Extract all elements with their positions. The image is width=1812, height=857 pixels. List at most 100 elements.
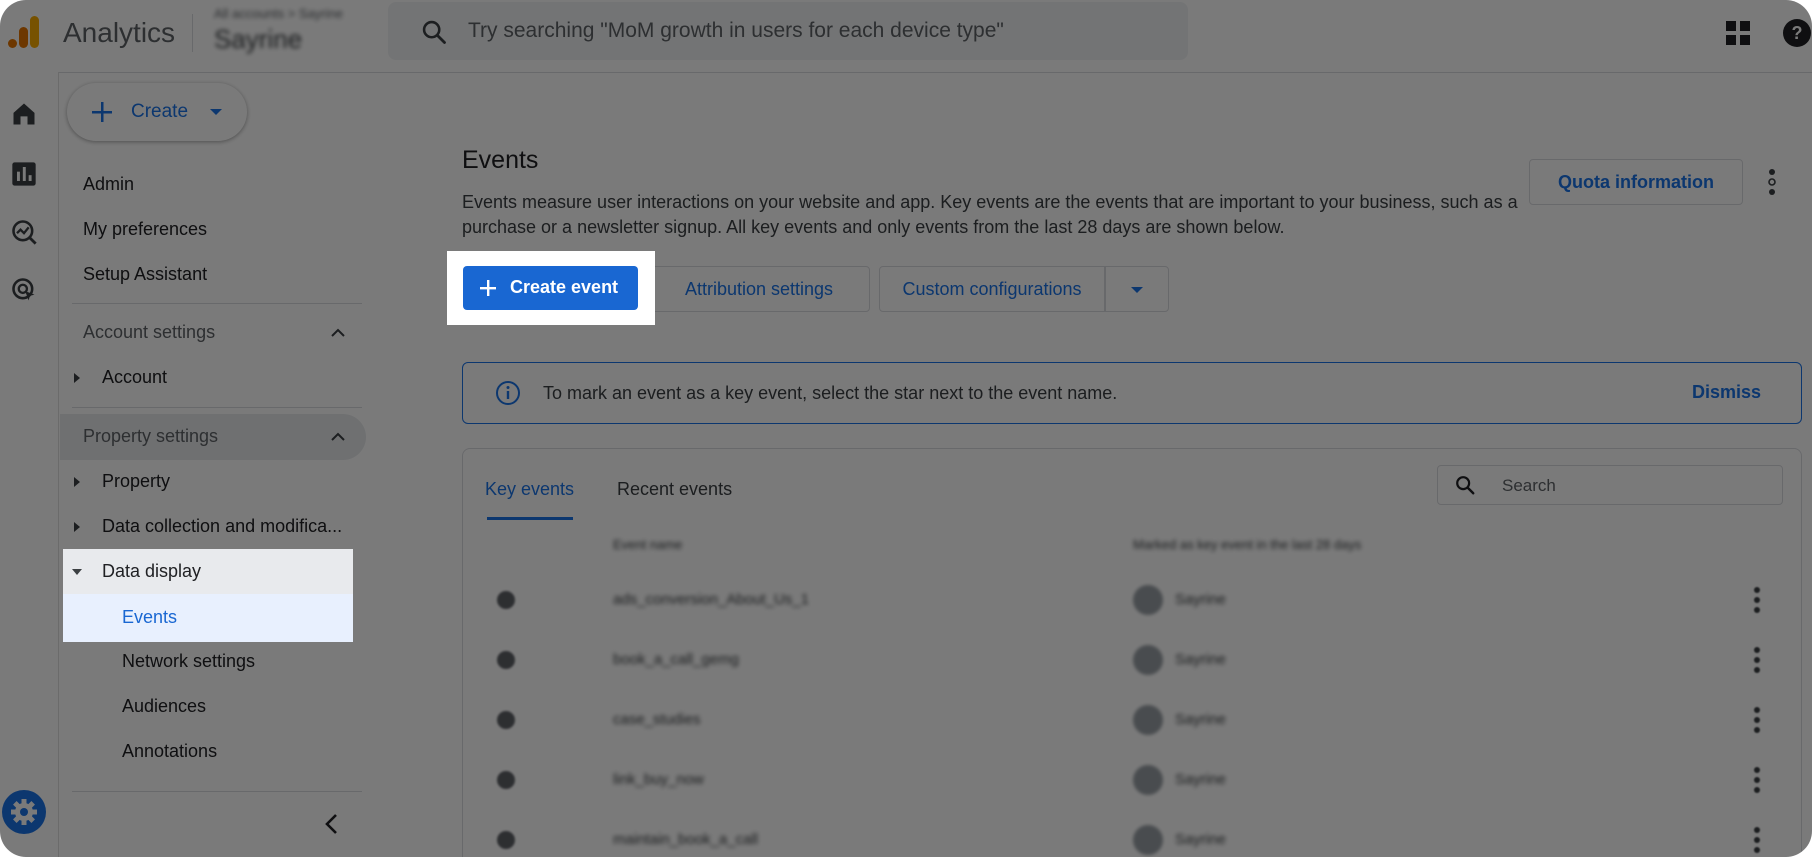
star-icon[interactable] — [497, 651, 515, 669]
sidebar-divider — [72, 303, 362, 304]
column-header-event-name[interactable]: Event name — [613, 537, 682, 552]
page-title: Events — [462, 146, 539, 174]
row-menu-icon[interactable] — [1753, 585, 1761, 615]
row-menu-icon[interactable] — [1753, 765, 1761, 795]
events-row-selected[interactable]: Events — [63, 594, 353, 642]
account-path[interactable]: All accounts > Sayrine — [214, 6, 343, 21]
event-owner: Sayrine — [1175, 831, 1226, 848]
sidebar-item-annotations[interactable]: Annotations — [122, 741, 217, 762]
table-row[interactable]: book_a_call_gemg Sayrine — [463, 629, 1801, 689]
star-icon[interactable] — [497, 591, 515, 609]
event-owner: Sayrine — [1175, 591, 1226, 608]
chevron-left-icon[interactable] — [322, 812, 342, 836]
chevron-up-icon[interactable] — [330, 328, 346, 338]
avatar — [1133, 645, 1163, 675]
event-name: case_studies — [613, 711, 701, 728]
data-display-row[interactable]: Data display — [63, 549, 353, 594]
screenshot-frame: Analytics All accounts > Sayrine Sayrine… — [0, 0, 1812, 857]
sidebar-divider — [72, 407, 362, 408]
table-row[interactable]: link_buy_now Sayrine — [463, 749, 1801, 809]
table-search-placeholder: Search — [1502, 476, 1556, 495]
active-tab-indicator — [487, 517, 573, 520]
star-icon[interactable] — [497, 711, 515, 729]
dismiss-button[interactable]: Dismiss — [1692, 382, 1761, 403]
custom-configurations-dropdown[interactable] — [1105, 266, 1169, 312]
explore-icon[interactable] — [10, 218, 38, 246]
home-icon[interactable] — [10, 100, 38, 128]
avatar — [1133, 765, 1163, 795]
row-menu-icon[interactable] — [1753, 645, 1761, 675]
topbar-divider — [192, 14, 193, 52]
row-menu-icon[interactable] — [1753, 705, 1761, 735]
sidebar-item-account[interactable]: Account — [102, 367, 167, 388]
tab-recent-events[interactable]: Recent events — [617, 479, 732, 500]
column-header-marked-key[interactable]: Marked as key event in the last 28 days — [1133, 537, 1361, 552]
create-event-button[interactable]: Create event — [463, 266, 638, 310]
table-row[interactable]: case_studies Sayrine — [463, 689, 1801, 749]
search-icon[interactable] — [420, 18, 448, 46]
top-bar: Analytics All accounts > Sayrine Sayrine… — [0, 0, 1812, 73]
more-options-icon[interactable] — [1768, 167, 1776, 197]
tab-key-events[interactable]: Key events — [485, 479, 574, 500]
quota-information-button[interactable]: Quota information — [1529, 159, 1743, 205]
nav-rail — [0, 72, 59, 857]
create-label: Create — [131, 101, 189, 122]
apps-grid-icon[interactable] — [1725, 20, 1751, 46]
expand-arrow-icon[interactable] — [74, 373, 80, 383]
sidebar-item-admin[interactable]: Admin — [83, 174, 134, 195]
caret-down-icon — [1131, 287, 1143, 293]
events-table-card: Key events Recent events Search Event na… — [462, 448, 1802, 857]
attribution-settings-button[interactable]: Attribution settings — [648, 266, 870, 312]
sidebar-item-network-settings[interactable]: Network settings — [122, 651, 255, 672]
svg-text:?: ? — [1792, 23, 1803, 43]
admin-gear-icon[interactable] — [2, 790, 46, 834]
chevron-up-icon[interactable] — [330, 432, 346, 442]
collapse-arrow-icon[interactable] — [72, 569, 82, 575]
sidebar-item-data-display: Data display — [102, 561, 202, 581]
analytics-logo-icon[interactable] — [6, 14, 42, 50]
plus-icon — [89, 99, 115, 125]
event-owner: Sayrine — [1175, 771, 1226, 788]
create-event-highlight: Create event — [447, 251, 655, 325]
help-icon[interactable]: ? — [1782, 18, 1812, 48]
table-search-input[interactable]: Search — [1437, 465, 1783, 505]
expand-arrow-icon[interactable] — [74, 477, 80, 487]
sidebar-item-audiences[interactable]: Audiences — [122, 696, 206, 717]
create-button[interactable]: Create — [67, 83, 247, 141]
star-icon[interactable] — [497, 831, 515, 849]
event-name: book_a_call_gemg — [613, 651, 739, 668]
table-row[interactable]: ads_conversion_About_Us_1 Sayrine — [463, 569, 1801, 629]
custom-configurations-button[interactable]: Custom configurations — [879, 266, 1105, 312]
key-event-info-banner: To mark an event as a key event, select … — [462, 362, 1802, 424]
advertising-icon[interactable] — [10, 276, 38, 304]
reports-icon[interactable] — [10, 160, 38, 188]
plus-icon — [479, 279, 497, 297]
sidebar-highlight: Data display Events — [63, 549, 353, 642]
sidebar-item-events: Events — [122, 607, 178, 627]
search-icon — [1454, 474, 1476, 496]
event-name: link_buy_now — [613, 771, 704, 788]
sidebar-item-data-collection[interactable]: Data collection and modifica... — [102, 516, 342, 537]
caret-down-icon — [209, 107, 223, 117]
property-selector[interactable]: Sayrine — [214, 24, 302, 55]
event-name: ads_conversion_About_Us_1 — [613, 591, 809, 608]
avatar — [1133, 585, 1163, 615]
event-owner: Sayrine — [1175, 711, 1226, 728]
app-name: Analytics — [63, 17, 176, 48]
banner-text: To mark an event as a key event, select … — [543, 383, 1118, 403]
expand-arrow-icon[interactable] — [74, 522, 80, 532]
event-name: maintain_book_a_call — [613, 831, 759, 848]
sidebar-divider — [72, 791, 362, 792]
sidebar-item-property[interactable]: Property — [102, 471, 170, 492]
row-menu-icon[interactable] — [1753, 825, 1761, 855]
account-settings-heading[interactable]: Account settings — [83, 322, 215, 343]
event-owner: Sayrine — [1175, 651, 1226, 668]
star-icon[interactable] — [497, 771, 515, 789]
property-settings-heading[interactable]: Property settings — [83, 426, 218, 447]
page-description: Events measure user interactions on your… — [462, 192, 1518, 237]
sidebar-item-preferences[interactable]: My preferences — [83, 219, 207, 240]
table-row[interactable]: maintain_book_a_call Sayrine — [463, 809, 1801, 857]
info-icon — [495, 380, 521, 406]
sidebar-item-setup-assistant[interactable]: Setup Assistant — [83, 264, 207, 285]
search-placeholder[interactable]: Try searching "MoM growth in users for e… — [468, 19, 1004, 43]
